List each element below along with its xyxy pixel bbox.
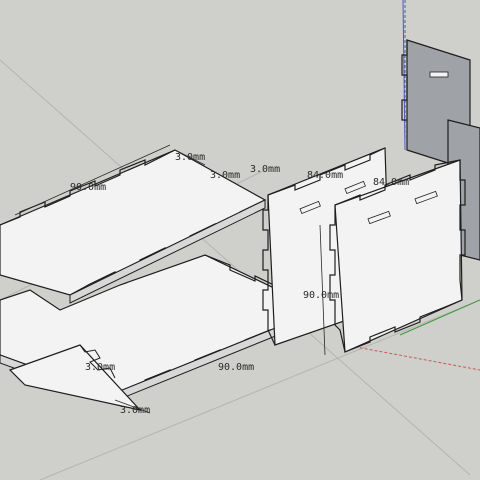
- dimension-label-top-thickness-b[interactable]: 3.0mm: [210, 170, 240, 181]
- model-canvas[interactable]: 90.0mm 3.0mm 3.0mm 3.0mm 84.0mm 84.0mm 9…: [0, 0, 480, 480]
- dimension-label-side-height[interactable]: 90.0mm: [303, 290, 339, 301]
- slot-hole: [429, 71, 449, 78]
- dimension-label-mid-thickness[interactable]: 3.0mm: [250, 164, 280, 175]
- dimension-label-bottom-width[interactable]: 90.0mm: [218, 362, 254, 373]
- dimension-label-bottom-thickness[interactable]: 3.0mm: [85, 362, 115, 373]
- red-axis: [344, 344, 480, 371]
- dimension-label-side-width-b[interactable]: 84.0mm: [373, 177, 409, 188]
- sketchup-viewport[interactable]: 90.0mm 3.0mm 3.0mm 3.0mm 84.0mm 84.0mm 9…: [0, 0, 480, 480]
- dimension-label-bottom-thickness-b[interactable]: 3.0mm: [120, 405, 150, 416]
- dimension-label-side-width-a[interactable]: 84.0mm: [307, 170, 343, 181]
- dimension-label-top-thickness[interactable]: 3.0mm: [175, 152, 205, 163]
- dimension-label-top-width[interactable]: 90.0mm: [70, 182, 106, 193]
